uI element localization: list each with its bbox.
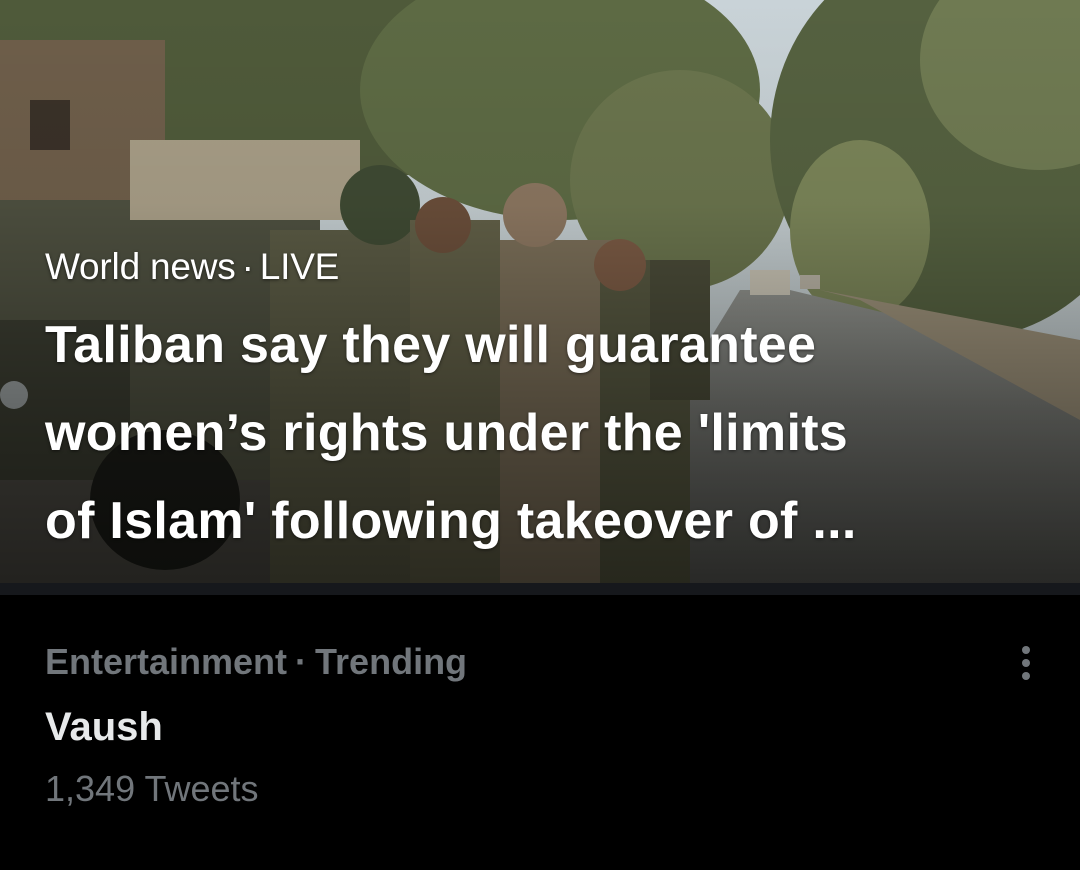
trend-item[interactable]: Entertainment · Trending Vaush 1,349 Tweet… [0,595,1080,870]
hero-text-block: World news · LIVE Taliban say they will gu… [45,245,1045,565]
trend-status: Trending [315,641,468,682]
trend-category: Entertainment [45,641,288,682]
hero-headline-line: of Islam' following takeover of ... [45,492,857,550]
more-vertical-icon [1022,646,1030,680]
section-divider [0,583,1080,595]
trend-name: Vaush [45,705,163,749]
trend-meta-separator: · [295,641,308,682]
hero-live-status: LIVE [259,246,340,287]
hero-category: World news [45,246,236,287]
hero-meta-line: World news · LIVE [45,245,1045,289]
trend-meta-line: Entertainment · Trending [45,640,467,684]
news-hero-card[interactable]: World news · LIVE Taliban say they will gu… [0,0,1080,583]
explore-feed: World news · LIVE Taliban say they will gu… [0,0,1080,870]
trend-tweet-count: 1,349 Tweets [45,768,259,809]
hero-headline-line: women’s rights under the 'limits [45,404,849,462]
hero-headline-line: Taliban say they will guarantee [45,316,817,374]
hero-headline: Taliban say they will guarantee women’s … [45,301,1045,565]
more-options-button[interactable] [1000,637,1052,689]
hero-meta-separator: · [241,246,254,287]
